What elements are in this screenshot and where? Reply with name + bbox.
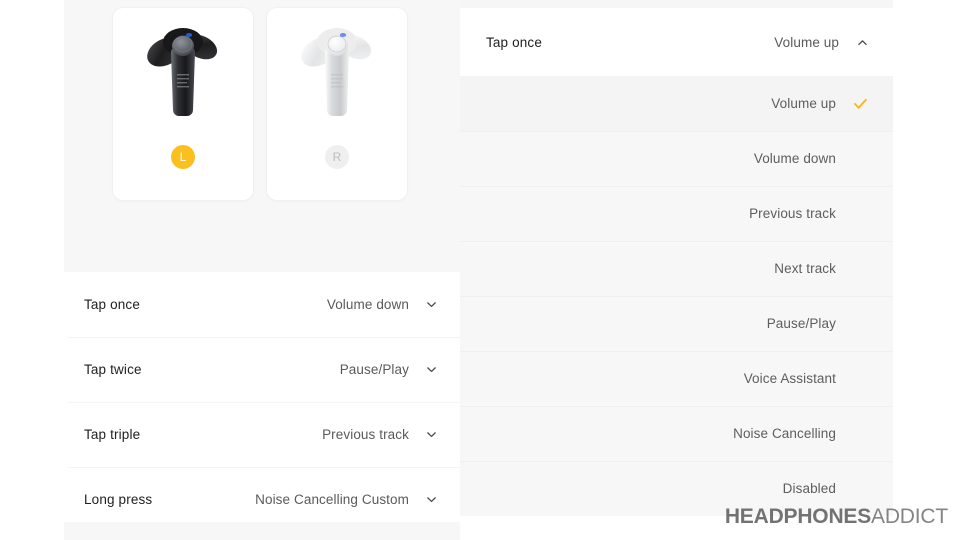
- gesture-row-label: Tap once: [84, 297, 140, 312]
- dropdown-options-list: Volume up Volume down Previous track Nex…: [460, 76, 893, 516]
- chevron-down-icon[interactable]: [425, 493, 438, 506]
- check-icon: [854, 98, 867, 109]
- gesture-dropdown-panel: Tap once Volume up Volume up Volume down: [460, 0, 893, 540]
- dropdown-option-label: Voice Assistant: [743, 371, 836, 386]
- chevron-up-icon[interactable]: [856, 36, 869, 49]
- chevron-down-icon[interactable]: [425, 298, 438, 311]
- dropdown-header-label: Tap once: [486, 34, 542, 50]
- gesture-row-value: Previous track: [322, 427, 409, 442]
- chevron-down-icon[interactable]: [425, 363, 438, 376]
- dropdown-header-control: Volume up: [774, 35, 869, 50]
- gesture-row-tap-triple[interactable]: Tap triple Previous track: [64, 402, 460, 467]
- dropdown-option-volume-down[interactable]: Volume down: [460, 131, 893, 186]
- earbud-badge-right: R: [325, 145, 349, 169]
- dropdown-header-value: Volume up: [774, 34, 839, 50]
- dropdown-option-volume-up[interactable]: Volume up: [460, 76, 893, 131]
- right-panel-top-spacer: [460, 0, 893, 8]
- earbud-badge-left: L: [171, 145, 195, 169]
- dropdown-option-label: Pause/Play: [766, 316, 836, 331]
- dropdown-option-noise-cancelling[interactable]: Noise Cancelling: [460, 406, 893, 461]
- gesture-row-control: Previous track: [322, 427, 438, 442]
- gesture-rows-list: Tap once Volume down Tap twice Pause/Pla…: [64, 272, 460, 532]
- gesture-row-label: Long press: [84, 492, 153, 507]
- earbud-controls-panel: L R Tap once Volume down Tap twice Pause…: [64, 0, 460, 540]
- dropdown-option-label: Next track: [774, 261, 836, 276]
- dropdown-option-pause-play[interactable]: Pause/Play: [460, 296, 893, 351]
- dropdown-option-label: Disabled: [782, 481, 836, 496]
- dropdown-option-label: Noise Cancelling: [733, 426, 836, 441]
- gesture-row-tap-once[interactable]: Tap once Volume down: [64, 272, 460, 337]
- gesture-row-value: Noise Cancelling Custom: [255, 492, 409, 507]
- black-earbud-icon: [147, 28, 218, 116]
- left-panel-footer-spacer: [64, 522, 460, 540]
- gesture-row-control: Volume down: [327, 297, 438, 312]
- dropdown-option-disabled[interactable]: Disabled: [460, 461, 893, 516]
- gesture-row-label: Tap twice: [84, 362, 142, 377]
- dropdown-option-label: Previous track: [749, 206, 836, 221]
- dropdown-option-label: Volume up: [771, 96, 836, 111]
- earbud-card-right[interactable]: R: [267, 8, 407, 200]
- gesture-row-value: Pause/Play: [339, 362, 409, 377]
- dropdown-option-label: Volume down: [753, 151, 836, 166]
- gesture-row-label: Tap triple: [84, 427, 141, 442]
- gesture-row-tap-twice[interactable]: Tap twice Pause/Play: [64, 337, 460, 402]
- gesture-row-control: Pause/Play: [340, 362, 438, 377]
- chevron-down-icon[interactable]: [425, 428, 438, 441]
- dropdown-option-previous-track[interactable]: Previous track: [460, 186, 893, 241]
- dropdown-option-next-track[interactable]: Next track: [460, 241, 893, 296]
- gesture-row-control: Noise Cancelling Custom: [255, 492, 438, 507]
- gesture-row-value: Volume down: [326, 297, 409, 312]
- screenshot-root: L R Tap once Volume down Tap twice Pause…: [0, 0, 960, 540]
- dropdown-header-tap-once[interactable]: Tap once Volume up: [460, 8, 893, 76]
- earbud-preview-area: L R: [64, 0, 460, 272]
- earbud-card-left[interactable]: L: [113, 8, 253, 200]
- dropdown-option-voice-assistant[interactable]: Voice Assistant: [460, 351, 893, 406]
- white-earbud-icon: [301, 28, 372, 116]
